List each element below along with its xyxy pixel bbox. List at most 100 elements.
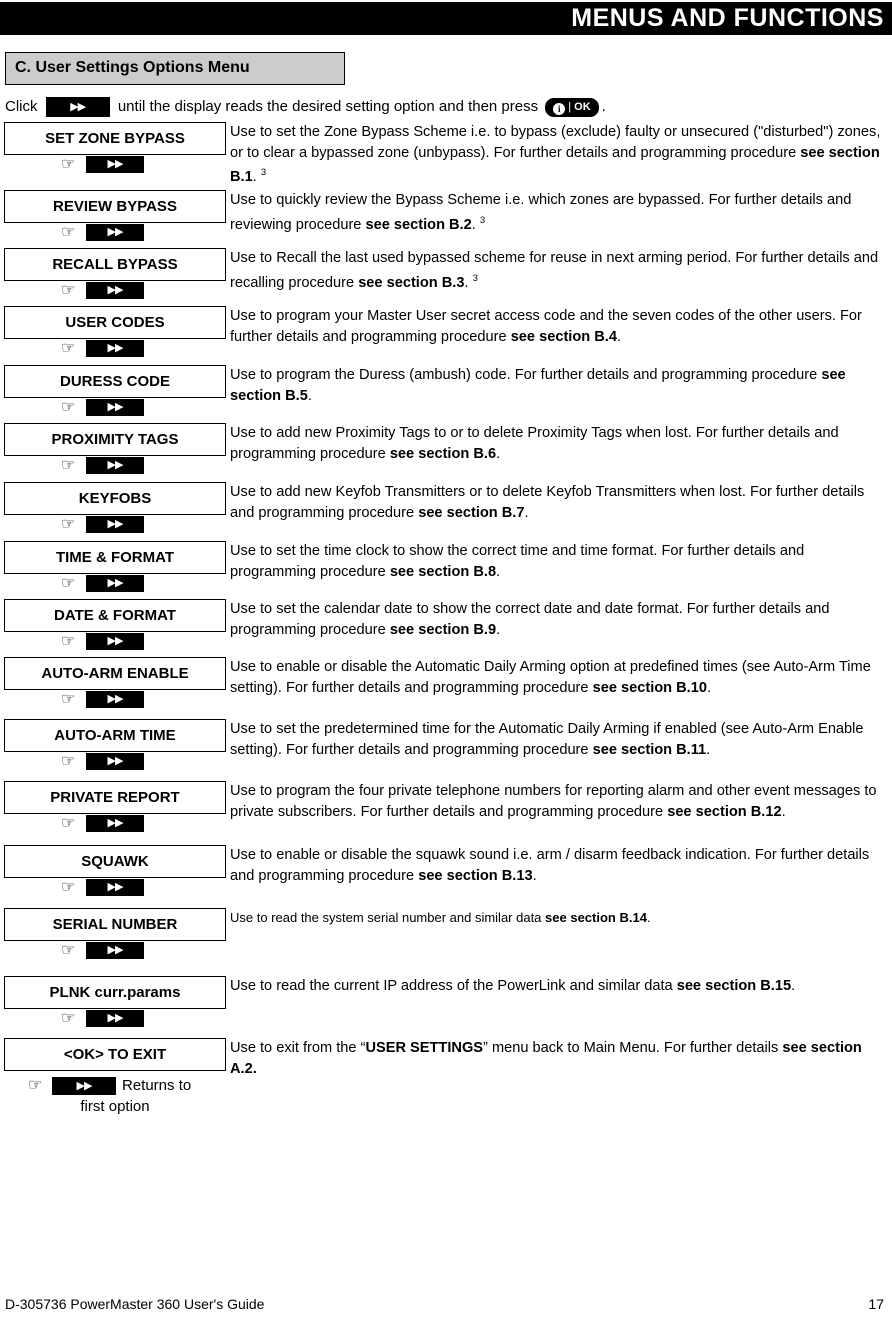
hand-pointer-icon: ☞ (61, 516, 76, 533)
menu-option-box[interactable]: REVIEW BYPASS (4, 190, 226, 223)
menu-option-description: Use to enable or disable the squawk soun… (230, 847, 870, 884)
flow-connector: ☞ ▶▶ (4, 515, 226, 535)
flow-connector: ☞ ▶▶ (4, 632, 226, 652)
flow-connector: ☞ ▶▶ (4, 223, 226, 243)
next-button-icon[interactable]: ▶▶ (86, 815, 144, 832)
hand-pointer-icon: ☞ (61, 282, 76, 299)
double-arrow-icon: ▶▶ (107, 635, 124, 647)
hand-pointer-icon: ☞ (61, 156, 76, 173)
double-arrow-icon: ▶▶ (107, 284, 124, 296)
hand-pointer-icon: ☞ (61, 1010, 76, 1027)
intro-text-middle: until the display reads the desired sett… (117, 98, 539, 116)
menu-option-box[interactable]: SERIAL NUMBER (4, 908, 226, 941)
menu-option-box[interactable]: PLNK curr.params (4, 976, 226, 1009)
next-button-icon[interactable]: ▶▶ (86, 575, 144, 592)
menu-option-box[interactable]: RECALL BYPASS (4, 248, 226, 281)
intro-text-before: Click (5, 98, 38, 116)
next-button-icon[interactable]: ▶▶ (86, 457, 144, 474)
returns-note-line1: Returns to (122, 1077, 192, 1094)
menu-option-description: Use to program the four private telephon… (230, 783, 877, 820)
hand-pointer-icon: ☞ (61, 691, 76, 708)
double-arrow-icon: ▶▶ (107, 755, 124, 767)
double-arrow-icon: ▶▶ (107, 817, 124, 829)
menu-option-description: Use to add new Keyfob Transmitters or to… (230, 484, 865, 521)
hand-pointer-icon: ☞ (61, 815, 76, 832)
flow-connector: ☞ ▶▶ (4, 941, 226, 961)
section-header-label: C. User Settings Options Menu (15, 59, 250, 76)
menu-option-description: Use to Recall the last used bypassed sch… (230, 250, 879, 291)
menu-option-description: Use to exit from the “USER SETTINGS” men… (230, 1040, 862, 1077)
flow-connector: ☞ ▶▶ (4, 690, 226, 710)
menu-flow-column: SET ZONE BYPASS ☞ ▶▶ REVIEW BYPASS ☞ ▶▶ RECALL… (4, 122, 226, 1119)
next-button-icon[interactable]: ▶▶ (86, 1010, 144, 1027)
menu-option-description: Use to set the time clock to show the co… (230, 543, 805, 580)
hand-pointer-icon: ☞ (61, 457, 76, 474)
menu-option-box[interactable]: <OK> TO EXIT (4, 1038, 226, 1071)
menu-option-box[interactable]: AUTO-ARM TIME (4, 719, 226, 752)
hand-pointer-icon: ☞ (61, 575, 76, 592)
flow-connector: ☞ ▶▶ (4, 1009, 226, 1029)
menu-option-box[interactable]: SET ZONE BYPASS (4, 122, 226, 155)
next-button-icon[interactable]: ▶▶ (86, 691, 144, 708)
menu-option-description: Use to program the Duress (ambush) code.… (230, 367, 846, 404)
hand-pointer-icon: ☞ (61, 753, 76, 770)
next-button-icon[interactable]: ▶▶ (86, 516, 144, 533)
next-button-icon[interactable]: ▶▶ (86, 282, 144, 299)
footer-page-number: 17 (868, 1296, 884, 1312)
menu-option-box[interactable]: PROXIMITY TAGS (4, 423, 226, 456)
menu-option-description: Use to enable or disable the Automatic D… (230, 659, 871, 696)
double-arrow-icon: ▶▶ (107, 881, 124, 893)
menu-option-box[interactable]: KEYFOBS (4, 482, 226, 515)
double-arrow-icon: ▶▶ (107, 577, 124, 589)
menu-option-description: Use to read the current IP address of th… (230, 978, 796, 994)
hand-pointer-icon: ☞ (61, 399, 76, 416)
next-button-icon[interactable]: ▶▶ (86, 156, 144, 173)
double-arrow-icon: ▶▶ (107, 1012, 124, 1024)
hand-pointer-icon: ☞ (61, 340, 76, 357)
menu-option-box[interactable]: SQUAWK (4, 845, 226, 878)
next-button-icon[interactable]: ▶▶ (86, 633, 144, 650)
menu-option-box[interactable]: DATE & FORMAT (4, 599, 226, 632)
menu-option-description: Use to set the predetermined time for th… (230, 721, 864, 758)
menu-option-box[interactable]: DURESS CODE (4, 365, 226, 398)
next-button-icon[interactable]: ▶▶ (45, 97, 110, 118)
menu-option-box[interactable]: AUTO-ARM ENABLE (4, 657, 226, 690)
double-arrow-icon: ▶▶ (107, 693, 124, 705)
hand-pointer-icon: ☞ (61, 224, 76, 241)
flow-connector: ☞ ▶▶ (4, 398, 226, 418)
double-arrow-icon: ▶▶ (107, 226, 124, 238)
hand-pointer-icon: ☞ (61, 942, 76, 959)
double-arrow-icon: ▶▶ (70, 101, 86, 114)
menu-option-box[interactable]: TIME & FORMAT (4, 541, 226, 574)
double-arrow-icon: ▶▶ (107, 401, 124, 413)
flow-connector: ☞ ▶▶ (4, 281, 226, 301)
next-button-icon[interactable]: ▶▶ (52, 1077, 116, 1095)
menu-option-description: Use to add new Proximity Tags to or to d… (230, 425, 839, 462)
flow-connector: ☞ ▶▶ (4, 155, 226, 175)
next-button-icon[interactable]: ▶▶ (86, 753, 144, 770)
next-button-icon[interactable]: ▶▶ (86, 399, 144, 416)
menu-option-description: Use to set the Zone Bypass Scheme i.e. t… (230, 124, 881, 185)
menu-option-box[interactable]: PRIVATE REPORT (4, 781, 226, 814)
double-arrow-icon: ▶▶ (107, 158, 124, 170)
flow-connector: ☞ ▶▶ (4, 878, 226, 898)
double-arrow-icon: ▶▶ (107, 342, 124, 354)
next-button-icon[interactable]: ▶▶ (86, 340, 144, 357)
double-arrow-icon: ▶▶ (76, 1080, 93, 1092)
ok-button-icon[interactable]: i | OK (545, 97, 599, 117)
ok-button-label: OK (574, 100, 591, 113)
intro-text-after: . (601, 98, 606, 116)
menu-option-box[interactable]: USER CODES (4, 306, 226, 339)
menu-option-description: Use to read the system serial number and… (230, 910, 651, 925)
next-button-icon[interactable]: ▶▶ (86, 942, 144, 959)
flow-connector: ☞ ▶▶ (4, 814, 226, 834)
double-arrow-icon: ▶▶ (107, 518, 124, 530)
page-title: MENUS AND FUNCTIONS (571, 4, 884, 32)
next-button-icon[interactable]: ▶▶ (86, 879, 144, 896)
flow-connector: ☞ ▶▶ (4, 752, 226, 772)
info-icon: i (553, 102, 566, 115)
page-banner: MENUS AND FUNCTIONS (0, 2, 892, 35)
section-header: C. User Settings Options Menu (5, 52, 345, 85)
next-button-icon[interactable]: ▶▶ (86, 224, 144, 241)
intro-instruction: Click ▶▶ until the display reads the des… (5, 95, 885, 119)
